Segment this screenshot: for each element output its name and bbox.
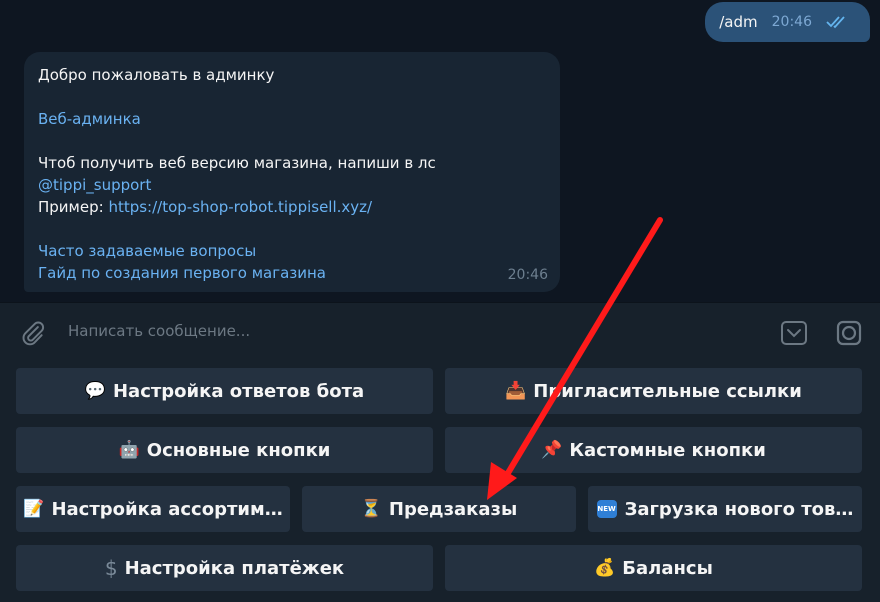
- button-label: Пригласительные ссылки: [533, 380, 802, 402]
- button-label: Кастомные кнопки: [569, 439, 766, 461]
- button-label: Балансы: [622, 557, 713, 579]
- button-label: Основные кнопки: [146, 439, 331, 461]
- incoming-message: Добро пожаловать в админку Веб-админка Ч…: [24, 52, 560, 292]
- double-check-icon: [826, 16, 845, 29]
- invite-links-button[interactable]: 📥 Пригласительные ссылки: [445, 368, 862, 414]
- web-admin-link[interactable]: Веб-админка: [38, 108, 546, 130]
- shop-url-link[interactable]: https://top-shop-robot.tippisell.xyz/: [108, 198, 372, 216]
- balances-button[interactable]: 💰 Балансы: [445, 545, 862, 591]
- bot-keyboard-icon[interactable]: [780, 319, 808, 347]
- robot-icon: 🤖: [118, 440, 140, 460]
- support-username-link[interactable]: @tippi_support: [38, 174, 546, 196]
- button-label: Настройка ассортим…: [51, 498, 283, 520]
- instruction-text: Чтоб получить веб версию магазина, напиш…: [38, 154, 436, 172]
- outgoing-message-time: 20:46: [771, 14, 812, 30]
- camera-icon[interactable]: [835, 319, 863, 347]
- pushpin-icon: 📌: [541, 440, 563, 460]
- speech-balloon-icon: 💬: [84, 381, 106, 401]
- new-badge-icon: NEW: [596, 500, 617, 518]
- payment-settings-button[interactable]: $ Настройка платёжек: [16, 545, 433, 591]
- message-input[interactable]: Написать сообщение...: [68, 322, 250, 340]
- custom-buttons-button[interactable]: 📌 Кастомные кнопки: [445, 427, 862, 473]
- outgoing-message[interactable]: /adm 20:46: [705, 2, 870, 42]
- button-label: Настройка ответов бота: [112, 380, 365, 402]
- button-label: Загрузка нового тов…: [624, 498, 854, 520]
- preorders-button[interactable]: ⏳ Предзаказы: [302, 486, 576, 532]
- example-line: Пример: https://top-shop-robot.tippisell…: [38, 196, 546, 218]
- upload-new-product-button[interactable]: NEW Загрузка нового тов…: [588, 486, 862, 532]
- memo-icon: 📝: [23, 499, 45, 519]
- bot-keyboard: 💬 Настройка ответов бота 📥 Пригласительн…: [0, 362, 880, 602]
- message-composer: Написать сообщение...: [0, 302, 880, 363]
- outgoing-message-text: /adm: [719, 13, 758, 31]
- dollar-sign-icon: $: [104, 556, 118, 580]
- button-label: Настройка платёжек: [124, 557, 345, 579]
- example-prefix: Пример:: [38, 198, 109, 216]
- main-buttons-button[interactable]: 🤖 Основные кнопки: [16, 427, 433, 473]
- chat-area: /adm 20:46 Добро пожаловать в админку Ве…: [0, 0, 880, 302]
- bot-replies-settings-button[interactable]: 💬 Настройка ответов бота: [16, 368, 433, 414]
- button-label: Предзаказы: [388, 498, 518, 520]
- paperclip-icon[interactable]: [20, 320, 46, 346]
- hourglass-icon: ⏳: [360, 499, 382, 519]
- faq-link[interactable]: Часто задаваемые вопросы: [38, 240, 546, 262]
- money-bag-icon: 💰: [594, 558, 616, 578]
- welcome-text: Добро пожаловать в админку: [38, 66, 275, 84]
- assortment-settings-button[interactable]: 📝 Настройка ассортим…: [16, 486, 290, 532]
- incoming-message-time: 20:46: [507, 267, 548, 283]
- guide-link[interactable]: Гайд по создания первого магазина: [38, 262, 546, 284]
- inbox-tray-icon: 📥: [505, 381, 527, 401]
